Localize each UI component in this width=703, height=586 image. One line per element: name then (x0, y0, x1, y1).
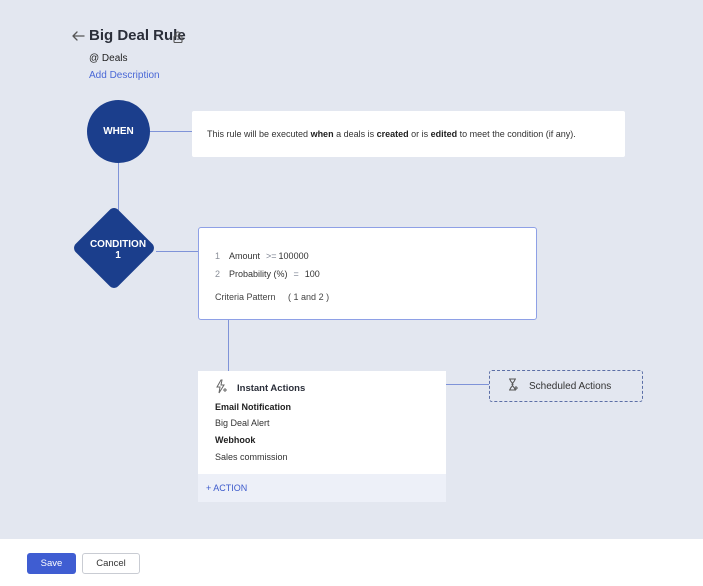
lightning-icon (214, 379, 229, 397)
criteria-row: 2 Probability (%) = 100 (215, 269, 320, 279)
instant-actions-card: Instant Actions Email Notification Big D… (198, 371, 446, 502)
module-label: @ Deals (89, 53, 128, 64)
connector-condition-card (156, 251, 198, 252)
when-text: This rule will be executed when a deals … (207, 129, 576, 139)
cancel-button[interactable]: Cancel (82, 553, 140, 574)
condition-card[interactable]: 1 Amount >= 100000 2 Probability (%) = 1… (198, 227, 537, 320)
criteria-pattern: Criteria Pattern ( 1 and 2 ) (215, 292, 330, 302)
when-label: WHEN (103, 126, 134, 137)
connector-when-condition (118, 163, 119, 213)
criteria-row: 1 Amount >= 100000 (215, 251, 309, 261)
action-type-label: Webhook (215, 435, 256, 445)
connector-when-card (150, 131, 192, 132)
action-type-label: Email Notification (215, 402, 292, 412)
save-button[interactable]: Save (27, 553, 76, 574)
back-arrow-icon[interactable] (70, 28, 86, 44)
add-action-button[interactable]: + ACTION (206, 483, 247, 493)
when-node[interactable]: WHEN (87, 100, 150, 163)
when-description-card[interactable]: This rule will be executed when a deals … (192, 111, 625, 157)
instant-actions-header: Instant Actions (214, 379, 305, 397)
scheduled-actions-label: Scheduled Actions (529, 380, 612, 392)
unlock-icon[interactable] (172, 30, 184, 44)
add-action-bar: + ACTION (198, 474, 446, 502)
instant-actions-title: Instant Actions (237, 382, 306, 394)
action-item[interactable]: Big Deal Alert (215, 418, 270, 428)
connector-condition-actions (228, 320, 229, 371)
add-description-link[interactable]: Add Description (89, 70, 160, 81)
action-item[interactable]: Sales commission (215, 452, 288, 462)
scheduled-actions-button[interactable]: Scheduled Actions (489, 370, 643, 402)
condition-label: CONDITION 1 (89, 239, 147, 261)
connector-actions-scheduled (446, 384, 489, 385)
hourglass-icon (507, 378, 519, 394)
